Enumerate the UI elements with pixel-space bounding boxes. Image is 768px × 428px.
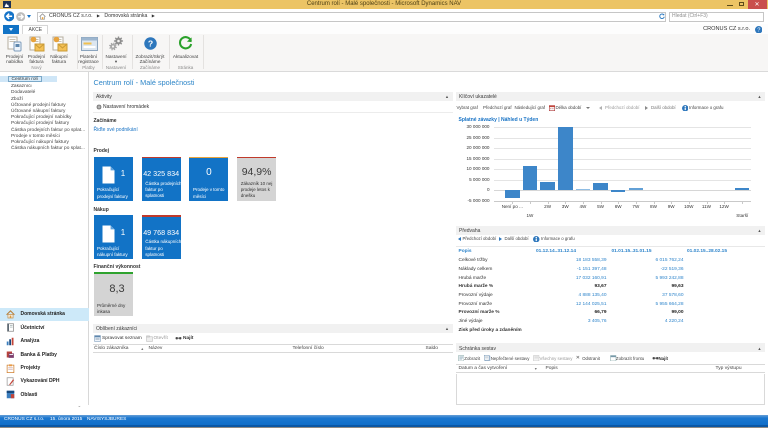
svg-text:?: ? — [757, 27, 760, 33]
svg-text:?: ? — [148, 39, 153, 49]
